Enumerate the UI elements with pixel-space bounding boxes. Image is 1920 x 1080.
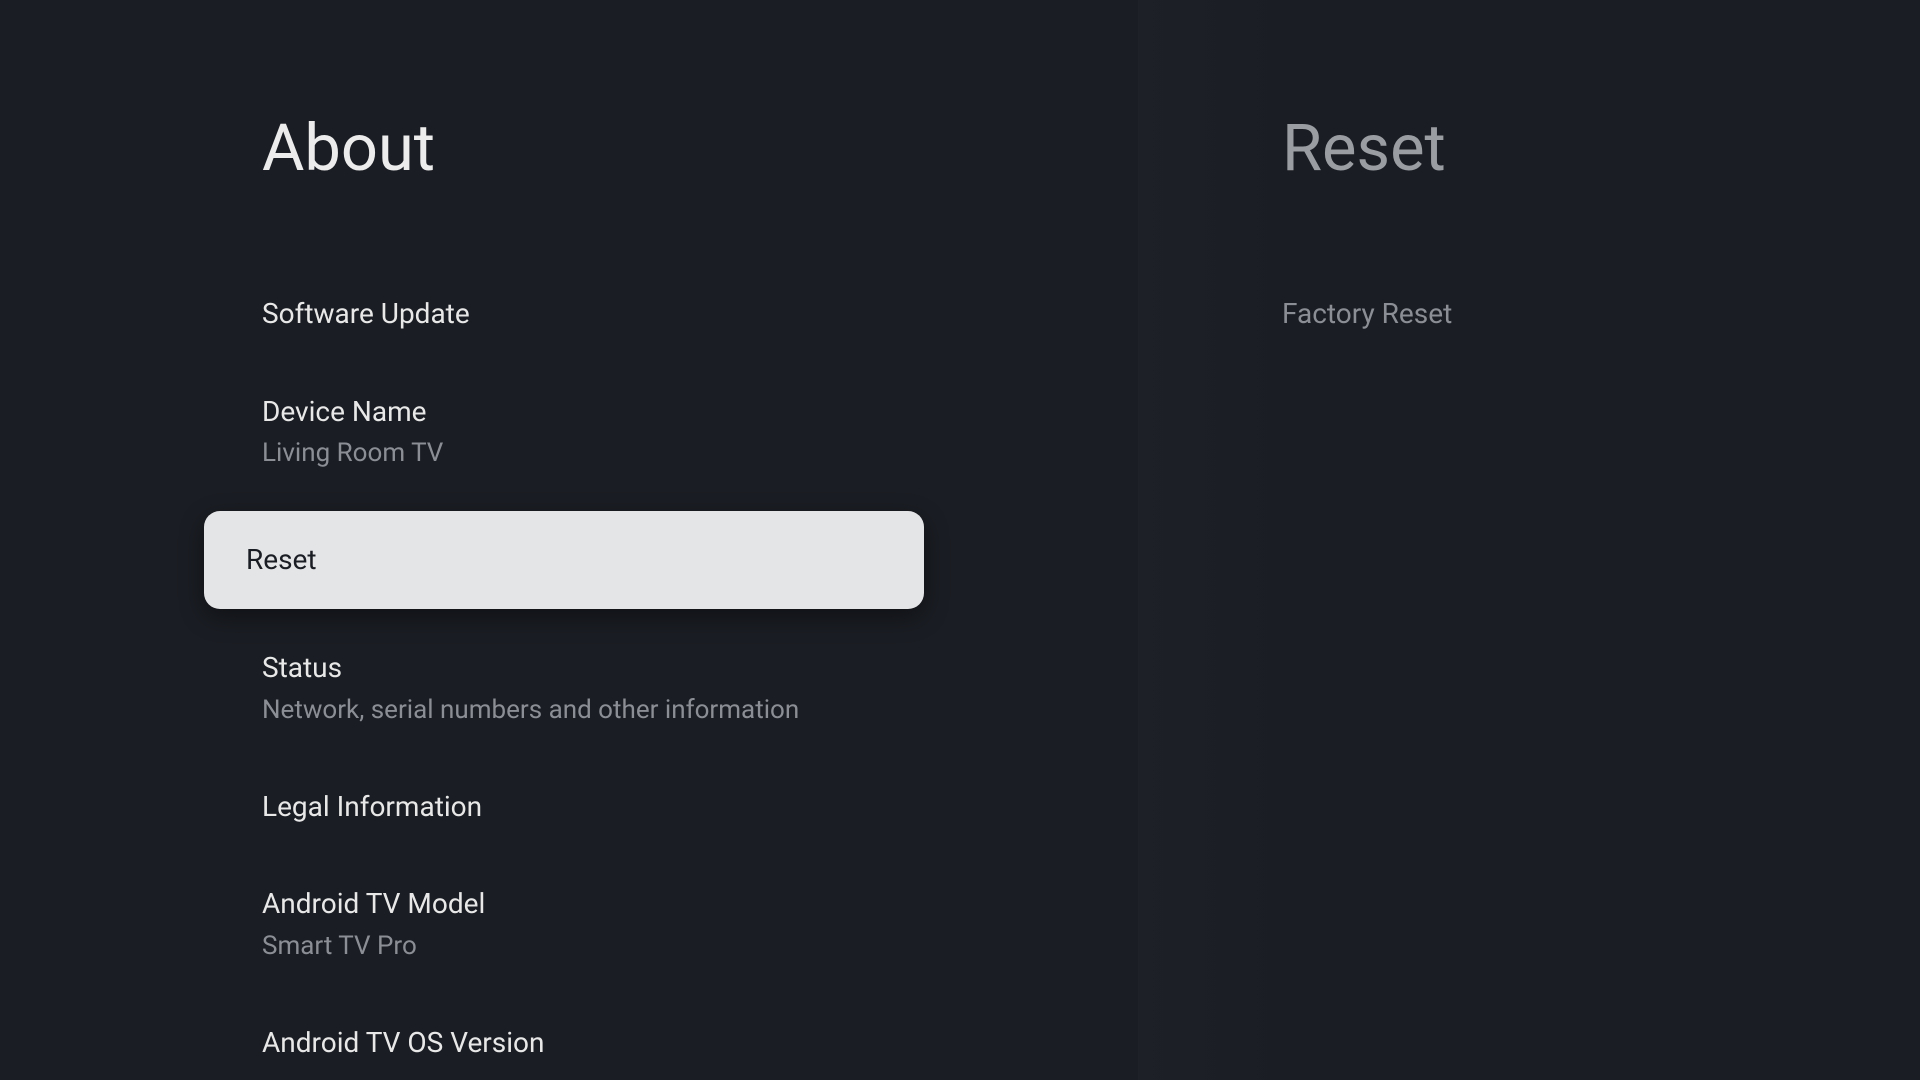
reset-list: Factory Reset [1282, 281, 1920, 347]
reset-panel: Reset Factory Reset [1138, 0, 1920, 1080]
software-update-label: Software Update [262, 297, 1138, 331]
legal-information-label: Legal Information [262, 790, 1138, 824]
device-name-value: Living Room TV [262, 438, 1138, 469]
factory-reset-label: Factory Reset [1282, 297, 1920, 331]
status-sub: Network, serial numbers and other inform… [262, 695, 1138, 726]
about-list: Software Update Device Name Living Room … [262, 281, 1138, 1060]
about-title: About [262, 110, 1138, 186]
android-tv-os-version-item[interactable]: Android TV OS Version [262, 1010, 1138, 1060]
android-tv-model-label: Android TV Model [262, 887, 1138, 921]
android-tv-model-value: Smart TV Pro [262, 931, 1138, 962]
factory-reset-item[interactable]: Factory Reset [1282, 281, 1920, 347]
device-name-label: Device Name [262, 395, 1138, 429]
reset-label: Reset [246, 543, 884, 577]
android-tv-os-version-label: Android TV OS Version [262, 1026, 1138, 1060]
device-name-item[interactable]: Device Name Living Room TV [262, 379, 1138, 486]
reset-title: Reset [1282, 110, 1920, 186]
android-tv-model-item[interactable]: Android TV Model Smart TV Pro [262, 871, 1138, 978]
software-update-item[interactable]: Software Update [262, 281, 1138, 347]
status-item[interactable]: Status Network, serial numbers and other… [262, 635, 1138, 742]
legal-information-item[interactable]: Legal Information [262, 774, 1138, 840]
status-label: Status [262, 651, 1138, 685]
reset-item[interactable]: Reset [204, 511, 924, 609]
about-panel: About Software Update Device Name Living… [0, 0, 1138, 1080]
settings-container: About Software Update Device Name Living… [0, 0, 1920, 1080]
